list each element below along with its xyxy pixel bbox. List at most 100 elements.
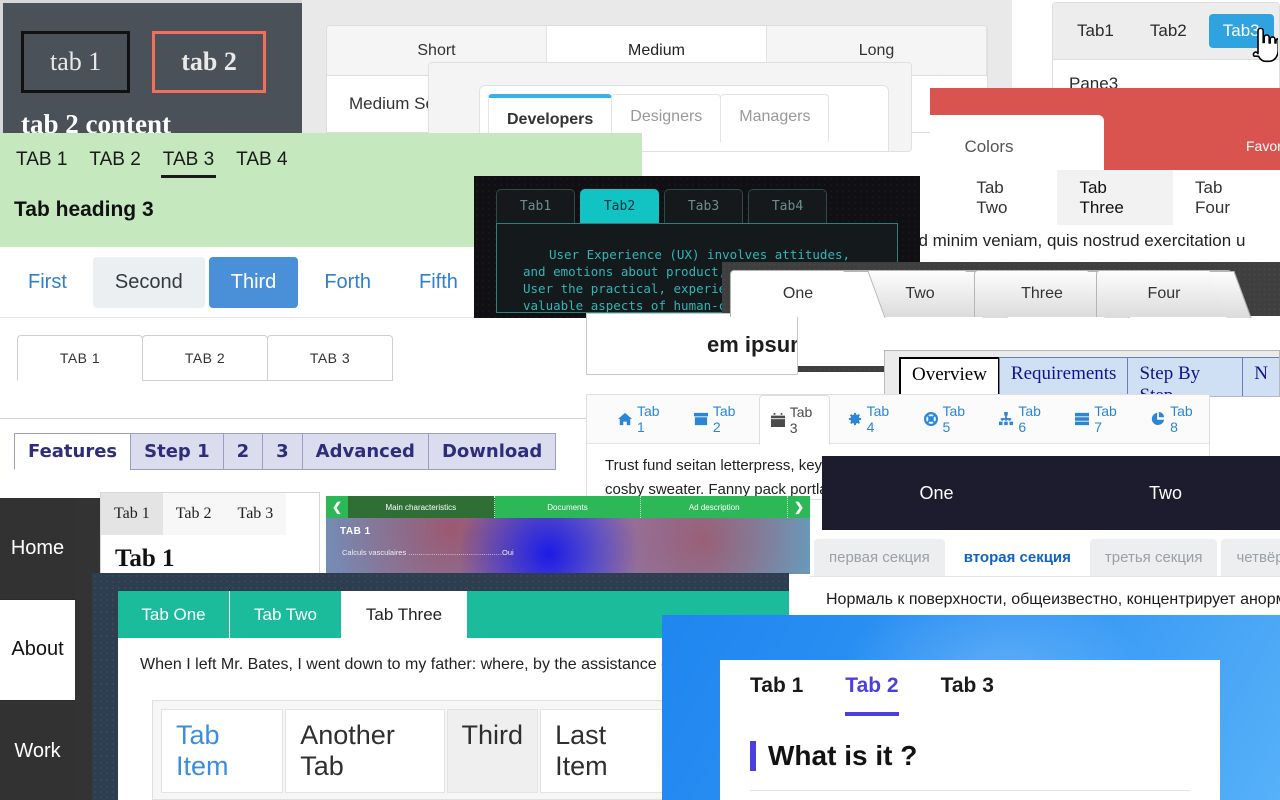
tab-tab3[interactable]: Tab3 xyxy=(664,189,743,223)
tab-tab-2[interactable]: Tab 2 xyxy=(845,674,899,716)
tab-panel-heading: What is it ? xyxy=(768,740,918,771)
tab-tab-1[interactable]: Tab 1 xyxy=(750,674,803,716)
tab-panel: TAB 1 Calculs vasculaires ..............… xyxy=(326,518,810,574)
tab-tab-1[interactable]: Tab 1 xyxy=(101,493,163,535)
tab-step-2[interactable]: 2 xyxy=(222,433,264,470)
tab-tab-4[interactable]: TAB 4 xyxy=(234,145,289,178)
life-ring-icon xyxy=(923,412,938,426)
tab-favorites[interactable]: Favorites xyxy=(1246,138,1280,154)
tab-tab-four[interactable]: Tab Four xyxy=(1173,170,1280,225)
tab-label: Tab 4 xyxy=(866,403,890,435)
tab-panel-content: Нормаль к поверхности, общеизвестно, кон… xyxy=(808,576,1280,618)
tab-tab-item[interactable]: Tab Item xyxy=(161,709,284,793)
tab-tab-1[interactable]: TAB 1 xyxy=(14,145,69,178)
tab-tab1[interactable]: Tab1 xyxy=(1063,14,1128,48)
tab-tab-5[interactable]: Tab 5 xyxy=(913,395,982,443)
tab-tab-3[interactable]: Tab 3 xyxy=(941,674,994,716)
tab-label: Tab 8 xyxy=(1170,403,1193,435)
tab-tab-3[interactable]: TAB 3 xyxy=(160,145,217,178)
dark-tab-box-inner: tab 1 tab 2 tab 2 content xyxy=(21,13,302,133)
tab-tab1[interactable]: Tab1 xyxy=(496,189,575,223)
tab-one[interactable]: One xyxy=(730,270,886,318)
tab-step-1[interactable]: Step 1 xyxy=(130,433,224,470)
chevron-left-icon[interactable]: ❮ xyxy=(326,496,348,518)
tab-tab-1[interactable]: TAB 1 xyxy=(17,335,143,381)
blue-card: Tab 1 Tab 2 Tab 3 What is it ? xyxy=(720,660,1220,800)
tab-tab-1[interactable]: Tab 1 xyxy=(607,395,676,443)
tab-overview[interactable]: Overview xyxy=(899,357,1000,396)
tab-tab-1[interactable]: tab 1 xyxy=(21,31,131,93)
lorem-title: em ipsum xyxy=(707,332,797,357)
tab-first[interactable]: First xyxy=(6,257,89,308)
tab-tab-two[interactable]: Tab Two xyxy=(230,591,342,638)
tab-tab-three[interactable]: Tab Three xyxy=(342,591,467,638)
dark-one-two-panel: One Two xyxy=(822,456,1280,530)
tab-ad-description[interactable]: Ad description xyxy=(641,496,789,518)
tab-next[interactable]: N xyxy=(1242,357,1279,396)
tab-another-tab[interactable]: Another Tab xyxy=(285,709,445,793)
item-tabs-panel: Tab Item Another Tab Third Last Item xyxy=(152,700,670,800)
tablist: Tab1 Tab2 Tab3 Tab4 xyxy=(474,176,920,223)
tab-step-by-step[interactable]: Step By Step xyxy=(1127,357,1244,396)
home-icon xyxy=(618,412,632,426)
tab-tab-three[interactable]: Tab Three xyxy=(1057,170,1174,225)
tab-tab-7[interactable]: Tab 7 xyxy=(1064,395,1133,443)
tab-tab-4[interactable]: Tab 4 xyxy=(837,395,906,443)
tab-second[interactable]: Second xyxy=(92,256,205,308)
tab-vtoraya-sekciya[interactable]: вторая секция xyxy=(948,539,1086,576)
tab-tab-one[interactable]: Tab One xyxy=(118,591,230,638)
tab-colors[interactable]: Colors xyxy=(930,115,1104,178)
tab-tab-3[interactable]: TAB 3 xyxy=(267,335,393,381)
tab-step-3[interactable]: 3 xyxy=(262,433,303,470)
calendar-icon xyxy=(770,412,785,427)
tab-tab-6[interactable]: Tab 6 xyxy=(988,395,1057,443)
tab-last-item[interactable]: Last Item xyxy=(540,709,669,793)
tab-third[interactable]: Third xyxy=(446,709,539,793)
pointer-hand-cursor xyxy=(1252,28,1278,63)
tab-panel-heading-row: What is it ? xyxy=(720,716,1220,772)
tab-chetvyortaya-sekciya[interactable]: четвёрта xyxy=(1221,539,1280,576)
tab-third[interactable]: Third xyxy=(208,256,299,308)
sidebar-item-about[interactable]: About xyxy=(0,599,75,702)
tablist: One Two xyxy=(822,456,1280,530)
tab-tab-two[interactable]: Tab Two xyxy=(954,170,1057,225)
sidebar-item-work[interactable]: Work xyxy=(0,701,75,800)
tab-tab-2[interactable]: Tab 2 xyxy=(162,493,225,535)
tab-one[interactable]: One xyxy=(822,456,1051,530)
features-tabs-panel: Features Step 1 2 3 Advanced Download xyxy=(0,419,580,499)
heading-accent-bar xyxy=(750,741,756,771)
tab-tab-3[interactable]: Tab 3 xyxy=(224,493,287,535)
tablist: One Two Three Four xyxy=(722,262,1280,318)
tab-two[interactable]: Two xyxy=(1051,456,1280,530)
tab-main-characteristics[interactable]: Main characteristics xyxy=(348,496,495,518)
sidebar-item-home[interactable]: Home xyxy=(0,498,75,600)
tab-pervaya-sekciya[interactable]: первая секция xyxy=(814,539,945,576)
tab-tab2[interactable]: Tab2 xyxy=(1136,14,1201,48)
tab-four[interactable]: Four xyxy=(1096,270,1252,318)
gear-icon xyxy=(848,412,862,426)
tab-advanced[interactable]: Advanced xyxy=(301,433,429,470)
tab-fifth[interactable]: Fifth xyxy=(397,257,480,308)
server-icon xyxy=(1075,412,1090,426)
tab-requirements[interactable]: Requirements xyxy=(998,357,1129,396)
tab-forth[interactable]: Forth xyxy=(302,257,393,308)
chevron-right-icon[interactable]: ❯ xyxy=(788,496,810,518)
tab-tab4[interactable]: Tab4 xyxy=(748,189,827,223)
tab-panel-line: Calculs vasculaires ....................… xyxy=(342,548,514,557)
tab-tab2[interactable]: Tab2 xyxy=(580,189,659,223)
tab-tab-2[interactable]: Tab 2 xyxy=(683,395,752,443)
tab-managers[interactable]: Managers xyxy=(720,94,830,142)
tab-documents[interactable]: Documents xyxy=(494,496,642,518)
tab-tab-8[interactable]: Tab 8 xyxy=(1140,395,1209,443)
tab-four-label: Four xyxy=(1147,285,1181,302)
tab-features[interactable]: Features xyxy=(14,433,132,470)
tab-tab-2[interactable]: TAB 2 xyxy=(87,145,142,178)
tab-panel-content: tab 2 content xyxy=(21,109,171,133)
tab-tab-3[interactable]: Tab 3 xyxy=(758,395,830,445)
tab-download[interactable]: Download xyxy=(427,433,557,470)
russian-tabs-panel: первая секция вторая секция третья секци… xyxy=(808,530,1280,618)
tab-tretya-sekciya[interactable]: третья секция xyxy=(1089,539,1218,576)
tab-tab-2[interactable]: TAB 2 xyxy=(142,335,268,381)
tab-three[interactable]: Three xyxy=(974,270,1130,318)
tab-tab-2[interactable]: tab 2 xyxy=(152,31,266,93)
